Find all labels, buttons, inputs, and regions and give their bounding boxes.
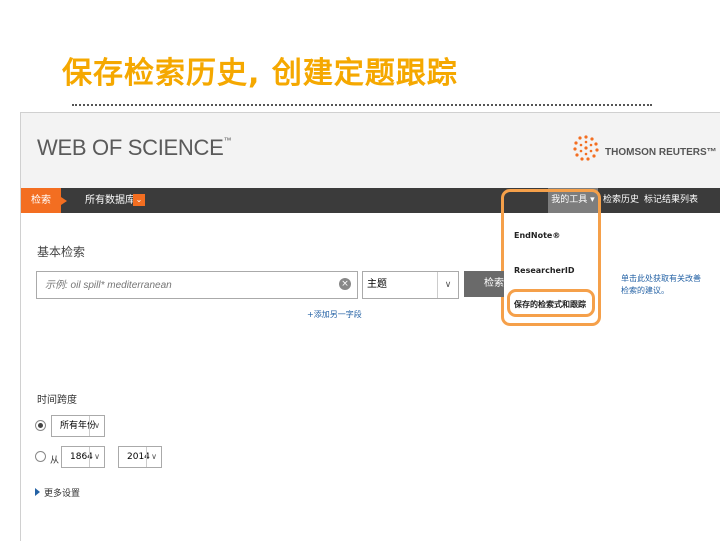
wos-logo[interactable]: WEB OF SCIENCE™: [37, 135, 231, 161]
thomson-reuters-brand: THOMSON REUTERS™: [605, 147, 717, 158]
main-navbar: 检索 所有数据库 ⌄ 我的工具 ▾ 检索历史 标记结果列表: [21, 188, 720, 213]
all-years-select[interactable]: 所有年份 ∨: [51, 415, 105, 437]
field-select[interactable]: 主题 ∨: [362, 271, 459, 299]
chevron-down-icon: ∨: [89, 447, 104, 467]
basic-search-heading: 基本检索: [37, 245, 86, 259]
from-year-select[interactable]: 1864 ∨: [61, 446, 105, 468]
wos-header: WEB OF SCIENCE™ THOMSON REUTERS™: [21, 113, 720, 188]
nav-all-databases[interactable]: 所有数据库: [85, 188, 135, 213]
title-divider: [72, 104, 652, 106]
web-of-science-screenshot: WEB OF SCIENCE™ THOMSON REUTERS™ 检索 所有数据…: [20, 112, 720, 541]
expand-arrow-icon: [35, 488, 40, 496]
more-settings-label: 更多设置: [44, 489, 81, 499]
database-dropdown-icon[interactable]: ⌄: [133, 194, 145, 206]
saved-searches-highlight: [507, 289, 595, 317]
search-button[interactable]: 检索: [464, 271, 504, 297]
chevron-down-icon: ∨: [437, 272, 458, 298]
nav-search-history[interactable]: 检索历史: [603, 188, 639, 213]
search-input[interactable]: [43, 272, 337, 298]
brand-tm: ™: [706, 147, 717, 158]
chevron-down-icon: ∨: [89, 416, 104, 436]
from-label: 从: [50, 456, 60, 466]
slide-title: 保存检索历史, 创建定题跟踪: [62, 56, 458, 91]
radio-all-years[interactable]: [35, 420, 46, 431]
more-settings-toggle[interactable]: 更多设置: [35, 486, 80, 499]
add-field-link[interactable]: +添加另一字段: [307, 309, 362, 320]
timespan-heading: 时间跨度: [37, 395, 77, 406]
wos-logo-text: WEB OF SCIENCE: [37, 135, 224, 160]
nav-search-tab[interactable]: 检索: [21, 188, 67, 213]
thomson-reuters-globe-icon: [573, 135, 599, 161]
clear-icon[interactable]: ×: [339, 278, 351, 290]
to-year-select[interactable]: 2014 ∨: [118, 446, 162, 468]
search-tips-link[interactable]: 单击此处获取有关改善检索的建议。: [621, 273, 701, 297]
brand-text: THOMSON REUTERS: [605, 147, 707, 158]
search-box: ×: [36, 271, 358, 299]
radio-year-range[interactable]: [35, 451, 46, 462]
field-select-value: 主题: [367, 279, 387, 290]
nav-marked-list[interactable]: 标记结果列表: [644, 188, 698, 213]
wos-logo-tm: ™: [223, 135, 232, 145]
chevron-down-icon: ∨: [146, 447, 161, 467]
